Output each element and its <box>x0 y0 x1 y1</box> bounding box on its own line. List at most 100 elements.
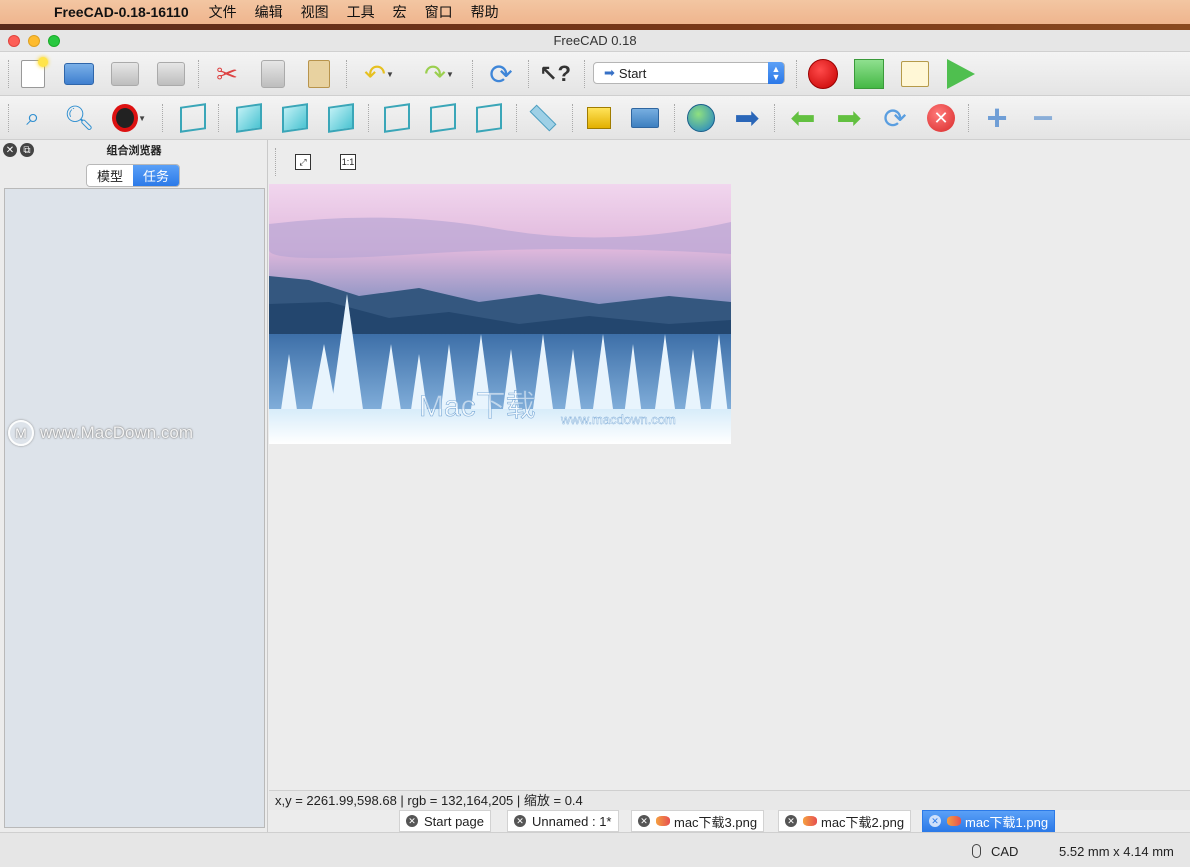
doc-tab-start-page[interactable]: ✕ Start page <box>399 810 491 832</box>
new-document-button[interactable] <box>16 57 50 90</box>
play-icon <box>947 59 975 89</box>
refresh-button[interactable]: ⟳ <box>484 58 518 90</box>
arrow-right-green-icon: ➡ <box>836 101 862 135</box>
menu-view[interactable]: 视图 <box>301 2 329 22</box>
globe-icon <box>687 104 715 132</box>
toolbar-separator <box>368 104 370 132</box>
document-tabs: ✕ Start page ✕ Unnamed : 1* ✕ mac下载3.png… <box>269 810 1190 832</box>
bottom-cube-icon <box>430 103 456 133</box>
macro-edit-button[interactable] <box>898 58 932 90</box>
window-titlebar: FreeCAD 0.18 <box>0 30 1190 52</box>
menu-app-name[interactable]: FreeCAD-0.18-16110 <box>54 4 189 20</box>
top-cube-icon <box>282 103 308 133</box>
window-close-button[interactable] <box>8 35 20 47</box>
menu-bar: FreeCAD-0.18-16110 文件 编辑 视图 工具 宏 窗口 帮助 <box>0 0 1190 24</box>
isometric-cube-icon <box>180 103 206 133</box>
toolbar-separator <box>8 104 10 132</box>
macro-stop-button[interactable] <box>852 58 886 90</box>
web-stop-button[interactable]: ✕ <box>924 102 958 134</box>
window-title: FreeCAD 0.18 <box>553 33 637 48</box>
toolbar-separator <box>162 104 164 132</box>
macro-run-button[interactable] <box>944 58 978 90</box>
doc-tab-image-3[interactable]: ✕ mac下载3.png <box>631 810 765 832</box>
toolbar-separator <box>346 60 348 88</box>
workbench-select[interactable]: ➡ Start ▲ ▼ <box>593 62 785 84</box>
web-zoom-out-button[interactable]: − <box>1026 100 1060 136</box>
view-left-button[interactable] <box>472 102 506 134</box>
view-isometric-button[interactable] <box>176 102 210 134</box>
macro-record-button[interactable] <box>806 58 840 90</box>
doc-tab-image-1[interactable]: ✕ mac下载1.png <box>922 810 1056 832</box>
watermark-text: www.MacDown.com <box>40 423 194 442</box>
arrow-right-icon: ➡ <box>604 65 615 80</box>
draw-style-icon <box>112 104 139 132</box>
measure-distance-button[interactable] <box>526 102 560 134</box>
paste-button[interactable] <box>302 58 336 90</box>
copy-button[interactable] <box>256 58 290 90</box>
record-icon <box>808 59 838 89</box>
navigation-style[interactable]: CAD <box>991 844 1018 859</box>
whats-this-button[interactable]: ↖? <box>538 58 572 90</box>
doc-tab-image-2[interactable]: ✕ mac下载2.png <box>778 810 912 832</box>
group-folder-icon <box>631 108 659 128</box>
create-group-button[interactable] <box>628 102 662 134</box>
toolbar-separator <box>584 60 586 88</box>
toolbar-separator <box>528 60 530 88</box>
draw-style-button[interactable]: ▼ <box>112 102 146 134</box>
web-forward-button[interactable]: ➡ <box>832 101 866 135</box>
close-tab-icon[interactable]: ✕ <box>638 815 650 827</box>
one-to-one-button[interactable]: 1:1 <box>340 154 356 170</box>
arrow-left-icon: ⬅ <box>790 101 816 135</box>
menu-window[interactable]: 窗口 <box>425 2 453 22</box>
left-cube-icon <box>476 103 502 133</box>
close-tab-icon[interactable]: ✕ <box>406 815 418 827</box>
scissors-icon: ✂ <box>216 58 238 89</box>
view-bottom-button[interactable] <box>426 102 460 134</box>
fit-all-button[interactable]: ⌕ <box>16 102 50 134</box>
panel-tabs: 模型 任务 <box>86 164 181 187</box>
image-watermark-url: www.macdown.com <box>560 412 676 427</box>
tab-model[interactable]: 模型 <box>87 165 134 186</box>
window-zoom-button[interactable] <box>48 35 60 47</box>
open-button[interactable] <box>62 58 96 90</box>
view-rear-button[interactable] <box>380 102 414 134</box>
web-zoom-in-button[interactable]: + <box>980 100 1014 136</box>
cut-button[interactable]: ✂ <box>210 58 244 90</box>
menu-edit[interactable]: 编辑 <box>255 2 283 22</box>
right-cube-icon <box>328 103 354 133</box>
mouse-icon <box>972 844 981 858</box>
menu-help[interactable]: 帮助 <box>471 2 499 22</box>
save-button[interactable] <box>108 58 142 90</box>
redo-button[interactable]: ↷ ▼ <box>422 58 456 90</box>
fit-image-button[interactable]: ⤢ <box>295 154 311 170</box>
doc-tab-unnamed[interactable]: ✕ Unnamed : 1* <box>507 810 619 832</box>
save-icon <box>111 62 139 86</box>
print-button[interactable] <box>154 58 188 90</box>
toolbar-separator <box>472 60 474 88</box>
image-viewer[interactable]: Mac下载 www.macdown.com <box>269 184 1190 790</box>
web-start-button[interactable] <box>684 102 718 134</box>
undo-button[interactable]: ↶ ▼ <box>362 58 396 90</box>
web-refresh-button[interactable]: ⟳ <box>878 102 912 134</box>
view-top-button[interactable] <box>278 102 312 134</box>
close-tab-icon[interactable]: ✕ <box>785 815 797 827</box>
menu-tools[interactable]: 工具 <box>347 2 375 22</box>
close-tab-icon[interactable]: ✕ <box>929 815 941 827</box>
open-folder-icon <box>64 63 94 85</box>
web-back-button[interactable]: ⬅ <box>786 101 820 135</box>
fit-image-icon: ⤢ <box>299 156 307 167</box>
window-minimize-button[interactable] <box>28 35 40 47</box>
image-view-toolbar: ⤢ 1:1 <box>269 140 1190 184</box>
doc-tab-label: mac下载2.png <box>821 814 905 830</box>
close-tab-icon[interactable]: ✕ <box>514 815 526 827</box>
fit-selection-button[interactable]: 🔍︎ <box>62 102 96 134</box>
view-right-button[interactable] <box>324 102 358 134</box>
tab-tasks[interactable]: 任务 <box>133 165 180 186</box>
pointer-help-icon: ↖? <box>539 61 571 86</box>
macdown-logo-icon: M <box>8 420 34 446</box>
menu-macro[interactable]: 宏 <box>393 2 407 22</box>
view-front-button[interactable] <box>232 102 266 134</box>
menu-file[interactable]: 文件 <box>209 2 237 22</box>
web-goto-button[interactable]: ➡ <box>730 102 764 135</box>
create-part-button[interactable] <box>582 102 616 134</box>
